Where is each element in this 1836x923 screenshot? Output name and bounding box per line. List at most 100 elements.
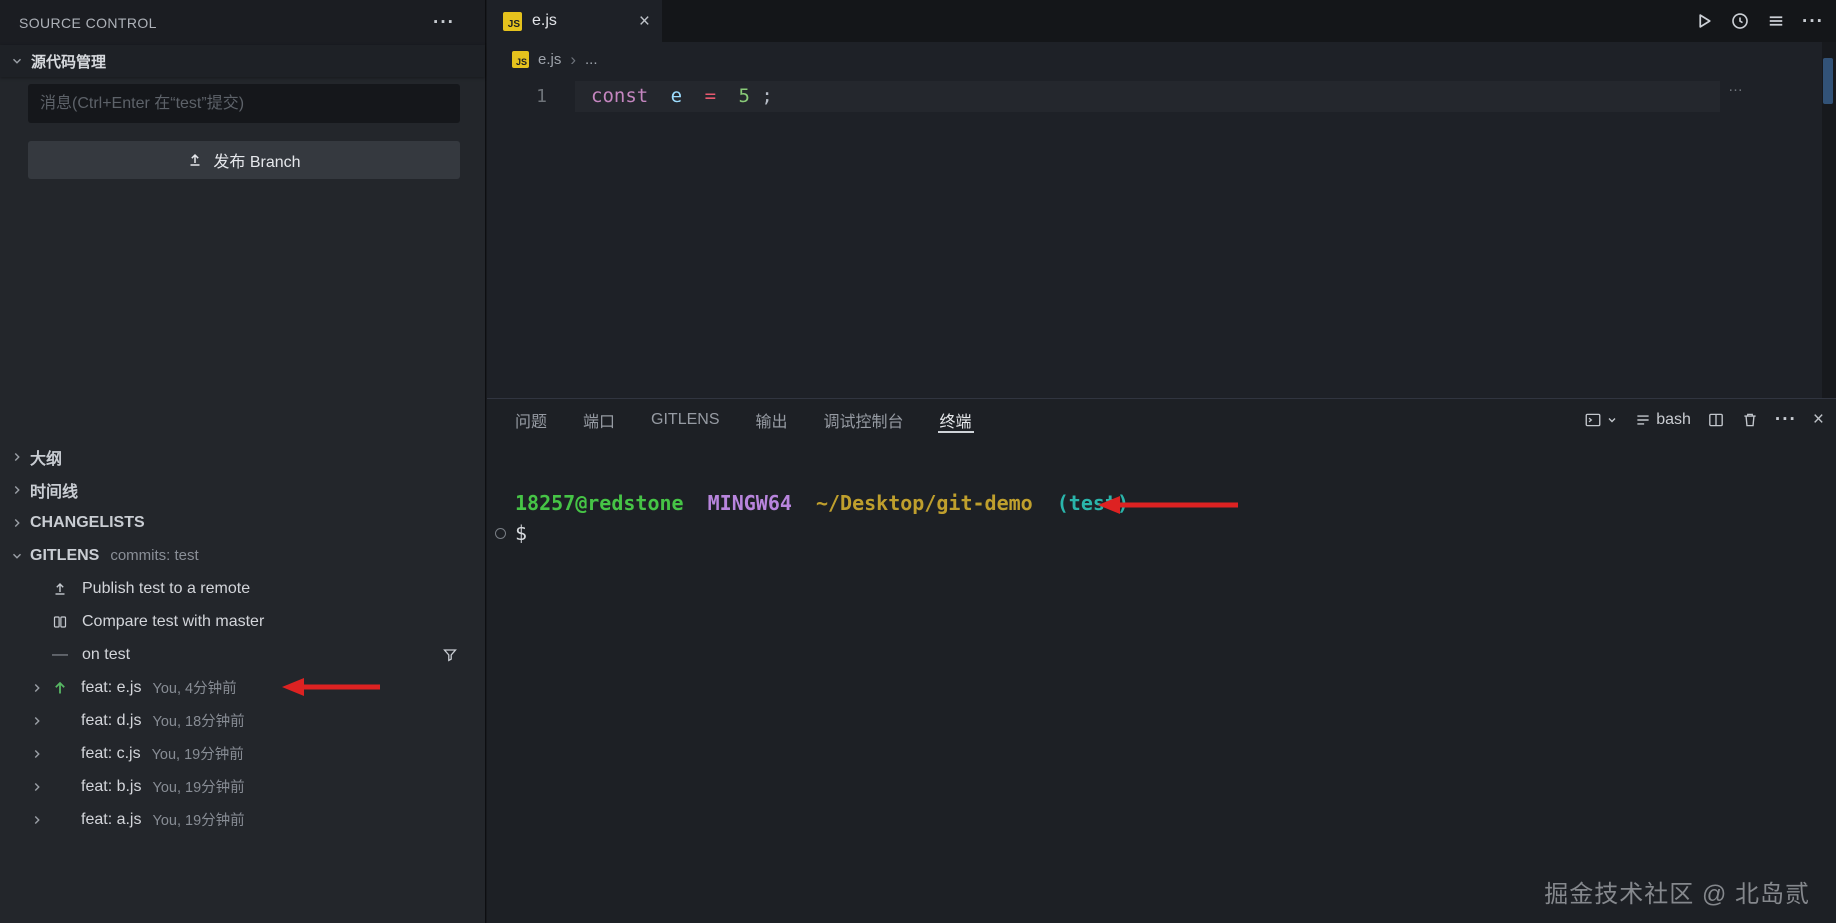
section-label: 大纲 <box>30 450 63 468</box>
commit-meta: You, 19分钟前 <box>152 813 245 829</box>
chevron-down-icon <box>13 58 21 64</box>
run-icon[interactable] <box>1694 11 1714 31</box>
publish-branch-button[interactable]: 发布 Branch <box>28 141 460 179</box>
commit-row[interactable]: feat: c.js You, 19分钟前 <box>0 737 485 770</box>
gitlens-branch-item[interactable]: — on test <box>0 638 485 671</box>
cloud-upload-icon <box>55 582 65 595</box>
commit-label: feat: c.js <box>81 744 141 762</box>
breadcrumb: JS e.js › ... <box>487 42 1822 77</box>
shell-list-icon <box>1637 414 1649 425</box>
scm-section-header[interactable]: 源代码管理 <box>0 45 485 77</box>
chevron-down-icon <box>1608 417 1616 422</box>
section-label: GITLENS <box>30 546 100 564</box>
editor-actions: ··· <box>1694 0 1824 42</box>
tab-terminal[interactable]: 终端 <box>937 399 974 440</box>
terminal-prompt-symbol: $ <box>515 521 528 545</box>
breadcrumb-symbol[interactable]: ... <box>585 51 598 68</box>
editor-scrollbar-thumb[interactable] <box>1823 58 1833 104</box>
chevron-right-icon <box>34 716 40 725</box>
compare-icon <box>53 615 67 628</box>
gitlens-compare-item[interactable]: Compare test with master <box>0 605 485 638</box>
tab-output[interactable]: 输出 <box>756 399 788 440</box>
terminal-user-host: 18257@redstone <box>515 491 684 515</box>
chevron-right-icon <box>14 452 20 461</box>
launch-profile-button[interactable] <box>1584 411 1618 429</box>
tab-label: e.js <box>532 12 557 29</box>
panel-actions: bash ··· × <box>1584 399 1824 440</box>
code-editor[interactable]: 1 const e = 5 ; … <box>487 77 1822 398</box>
terminal-path: ~/Desktop/git-demo <box>815 491 1033 515</box>
javascript-file-icon: JS <box>512 51 529 68</box>
tab-problems[interactable]: 问题 <box>515 399 547 440</box>
terminal-branch: (test) <box>1056 491 1130 515</box>
commit-message-input[interactable] <box>28 84 460 123</box>
sidebar-tree: 大纲 时间线 CHANGELISTS GITLENS commits: test… <box>0 440 485 836</box>
inline-hint: … <box>1728 78 1743 95</box>
token-number: 5 <box>738 85 750 107</box>
panel-more-actions-icon[interactable]: ··· <box>1775 410 1797 429</box>
commit-label: feat: e.js <box>81 678 142 696</box>
sidebar-item-outline[interactable]: 大纲 <box>0 440 485 473</box>
unpushed-arrow-up-icon <box>55 681 65 693</box>
commit-row[interactable]: feat: a.js You, 19分钟前 <box>0 803 485 836</box>
trash-icon[interactable] <box>1741 411 1759 429</box>
publish-branch-label: 发布 Branch <box>213 154 301 171</box>
tab-ejs[interactable]: JS e.js × <box>487 0 662 42</box>
gitlens-publish-item[interactable]: Publish test to a remote <box>0 572 485 605</box>
tab-debug-console[interactable]: 调试控制台 <box>824 399 904 440</box>
split-terminal-icon[interactable] <box>1707 411 1725 429</box>
gitlens-branch-label: on test <box>82 645 131 663</box>
terminal-icon <box>1585 413 1601 426</box>
commit-row[interactable]: feat: b.js You, 19分钟前 <box>0 770 485 803</box>
token-keyword: const <box>591 85 649 107</box>
sidebar-item-changelists[interactable]: CHANGELISTS <box>0 506 485 539</box>
watermark: 掘金技术社区 @ 北岛贰 <box>1544 881 1810 908</box>
commit-label: feat: a.js <box>81 810 142 828</box>
commit-row[interactable]: feat: d.js You, 18分钟前 <box>0 704 485 737</box>
chevron-right-icon <box>14 485 20 494</box>
gitlens-compare-label: Compare test with master <box>82 612 265 630</box>
gitlens-publish-label: Publish test to a remote <box>82 579 251 597</box>
chevron-right-icon <box>34 815 40 824</box>
chevron-right-icon <box>34 683 40 692</box>
commit-meta: You, 4分钟前 <box>152 681 237 697</box>
token-semicolon: ; <box>761 85 773 107</box>
commit-row[interactable]: feat: e.js You, 4分钟前 <box>0 671 485 704</box>
commit-meta: You, 19分钟前 <box>152 780 245 796</box>
chevron-down-icon <box>13 553 21 559</box>
code-line: const e = 5 ; <box>591 81 773 112</box>
history-icon[interactable] <box>1730 11 1750 31</box>
sidebar-title: SOURCE CONTROL <box>19 14 157 31</box>
sidebar-item-gitlens[interactable]: GITLENS commits: test <box>0 539 485 572</box>
editor-tab-bar: JS e.js × <box>487 0 1836 42</box>
chevron-right-icon <box>34 782 40 791</box>
commit-meta: You, 18分钟前 <box>152 714 245 730</box>
close-icon[interactable]: × <box>639 12 650 31</box>
tab-gitlens[interactable]: GITLENS <box>651 399 719 440</box>
section-label: 时间线 <box>30 483 79 501</box>
breadcrumb-file[interactable]: e.js <box>538 51 561 68</box>
commit-label: feat: b.js <box>81 777 142 795</box>
section-label: CHANGELISTS <box>30 513 145 531</box>
layout-menu-icon[interactable] <box>1766 11 1786 31</box>
token-variable: e <box>670 85 683 107</box>
shell-label: bash <box>1656 410 1691 428</box>
terminal-content[interactable]: 18257@redstone MINGW64 ~/Desktop/git-dem… <box>487 440 1836 923</box>
editor-more-actions-icon[interactable]: ··· <box>1802 12 1824 31</box>
sidebar-more-actions-icon[interactable]: ··· <box>433 13 455 32</box>
commit-label: feat: d.js <box>81 711 142 729</box>
line-number: 1 <box>536 86 547 107</box>
section-description: commits: test <box>110 547 199 564</box>
breadcrumb-separator-icon: › <box>570 49 577 69</box>
terminal-env: MINGW64 <box>707 491 792 515</box>
sidebar-item-timeline[interactable]: 时间线 <box>0 473 485 506</box>
close-panel-icon[interactable]: × <box>1813 410 1824 429</box>
terminal-instance-bash[interactable]: bash <box>1634 411 1691 429</box>
sidebar-header: SOURCE CONTROL ··· <box>0 0 485 45</box>
publish-icon <box>190 153 200 166</box>
filter-icon[interactable] <box>442 647 458 663</box>
tab-ports[interactable]: 端口 <box>583 399 615 440</box>
source-control-sidebar: SOURCE CONTROL ··· 源代码管理 发布 Branch 大纲 时间… <box>0 0 486 923</box>
chevron-right-icon <box>34 749 40 758</box>
chevron-right-icon <box>14 518 20 527</box>
